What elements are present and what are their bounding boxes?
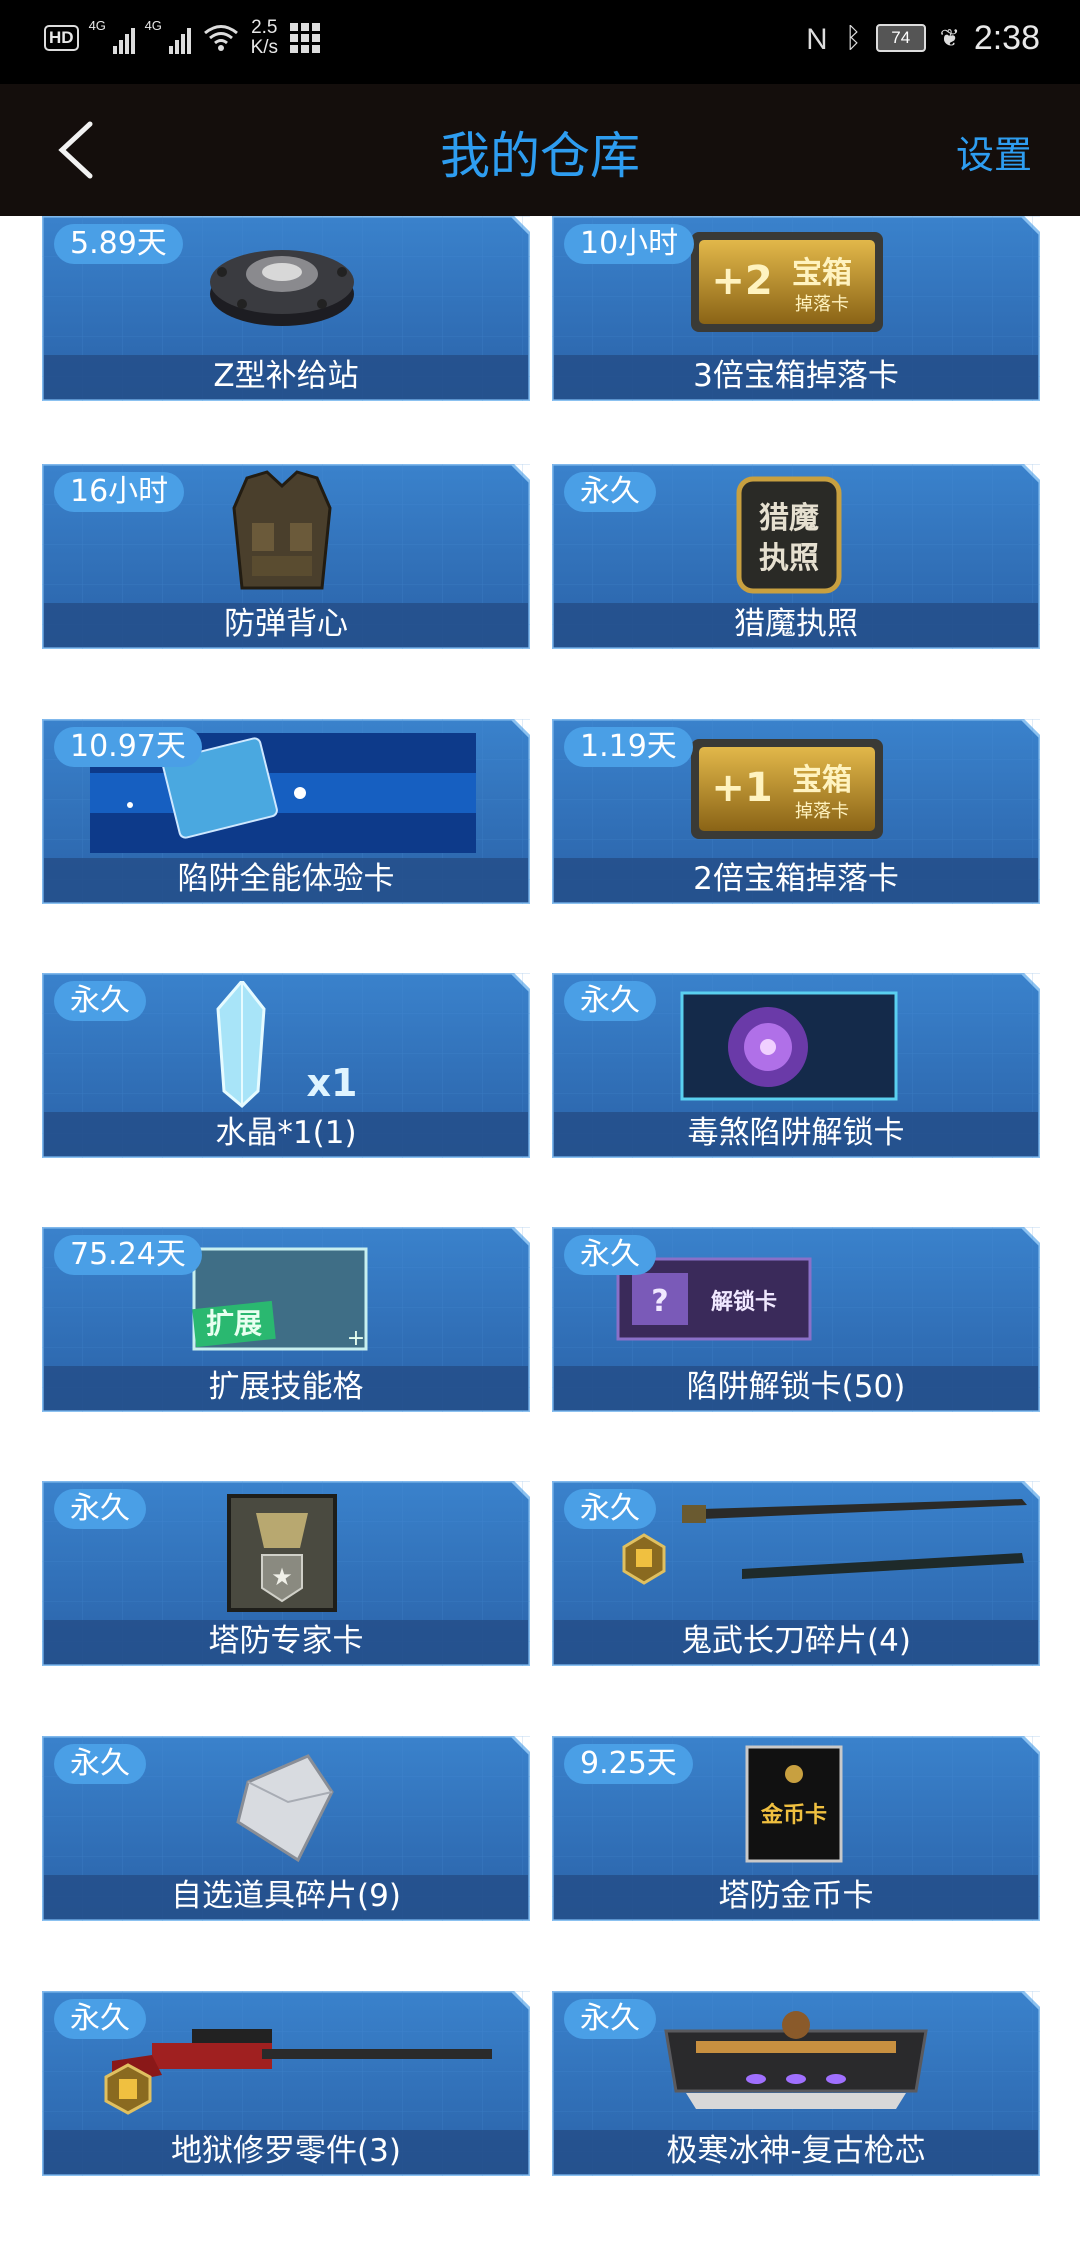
status-bar: HD 4G 4G 2.5 K/s Ｎ ᛒ 74 ❦ 2:38 [0,0,1080,84]
gold-coin-card-icon: 金币卡 [745,1745,843,1863]
box-label: 宝箱 [792,256,852,291]
item-card[interactable]: 猎魔 执照 永久 猎魔执照 [552,464,1040,649]
duration-badge: 16小时 [54,472,185,512]
duration-badge: 永久 [564,1999,656,2039]
status-right: Ｎ ᛒ 74 ❦ 2:38 [803,18,1040,58]
plus-one-label: +1 [711,765,772,811]
duration-badge: 永久 [54,1489,146,1529]
gold-card-label: 金币卡 [760,1802,827,1828]
item-card[interactable]: 16小时 防弹背心 [42,464,530,649]
app-grid-icon [290,23,321,53]
treasure-drop-card-plus2-icon: +2 宝箱 掉落卡 [691,232,883,332]
quantity-label: x1 [307,1061,358,1105]
bluetooth-icon: ᛒ [844,22,862,53]
skill-slot-expand-icon: 扩展 + [192,1247,368,1351]
drop-card-label: 掉落卡 [795,801,849,822]
license-text-line2: 执照 [759,541,819,576]
status-time: 2:38 [973,18,1040,57]
item-card[interactable]: x1 永久 水晶*1(1) [42,973,530,1158]
item-card[interactable]: 永久 地狱修罗零件(3) [42,1991,530,2176]
signal-icon: 4G [145,18,191,54]
item-name: 3倍宝箱掉落卡 [693,358,899,394]
expand-label: 扩展 [206,1307,262,1340]
item-name: 扩展技能格 [208,1369,364,1405]
network-type-label: 4G [88,18,106,33]
item-name: 极寒冰神-复古枪芯 [666,2133,926,2169]
settings-button[interactable]: 设置 [956,124,1032,179]
item-name: 水晶*1(1) [215,1115,357,1151]
crystal-icon: x1 [216,981,358,1109]
item-name: 毒煞陷阱解锁卡 [687,1115,905,1151]
item-name: 陷阱全能体验卡 [177,861,395,897]
item-name: 陷阱解锁卡(50) [686,1369,906,1405]
nfc-icon: Ｎ [802,24,831,55]
item-card[interactable]: +2 宝箱 掉落卡 10小时 3倍宝箱掉落卡 [552,216,1040,401]
duration-badge: 永久 [54,1744,146,1784]
item-card[interactable]: 5.89天 Z型补给站 [42,216,530,401]
duration-badge: 永久 [54,1999,146,2039]
tower-defense-expert-card-icon: ★ [227,1494,337,1612]
supply-station-icon [210,250,354,326]
status-left: HD 4G 4G 2.5 K/s [44,18,321,58]
item-card[interactable]: 永久 极寒冰神-复古枪芯 [552,1991,1040,2176]
duration-badge: 9.25天 [564,1744,693,1784]
duration-badge: 永久 [54,981,146,1021]
item-name: Z型补给站 [213,358,359,394]
item-name: 塔防金币卡 [718,1878,874,1914]
item-name: 地狱修罗零件(3) [171,2133,401,2169]
duration-badge: 10小时 [564,224,695,264]
app-header: 我的仓库 设置 [0,84,1080,216]
treasure-drop-card-plus1-icon: +1 宝箱 掉落卡 [691,739,883,839]
item-card[interactable]: 永久 自选道具碎片(9) [42,1736,530,1921]
duration-badge: 永久 [564,1489,656,1529]
plus-two-label: +2 [711,258,772,304]
box-label: 宝箱 [792,763,852,798]
network-speed: 2.5 K/s [251,18,278,58]
poison-trap-unlock-card-icon [680,991,898,1101]
item-card[interactable]: ? 解锁卡 永久 陷阱解锁卡(50) [552,1227,1040,1412]
unlock-card-label: 解锁卡 [711,1289,777,1315]
duration-badge: 1.19天 [564,727,693,767]
item-name: 鬼武长刀碎片(4) [681,1623,911,1659]
item-name: 防弹背心 [224,606,348,642]
duration-badge: 永久 [564,472,656,512]
item-card[interactable]: ★ 永久 塔防专家卡 [42,1481,530,1666]
item-card[interactable]: +1 宝箱 掉落卡 1.19天 2倍宝箱掉落卡 [552,719,1040,904]
hd-icon: HD [44,25,79,51]
item-name: 塔防专家卡 [208,1623,364,1659]
duration-badge: 永久 [564,1235,656,1275]
item-card[interactable]: 金币卡 9.25天 塔防金币卡 [552,1736,1040,1921]
duration-badge: 5.89天 [54,224,183,264]
svg-text:★: ★ [271,1563,293,1591]
item-name: 自选道具碎片(9) [171,1878,401,1914]
item-name: 猎魔执照 [734,606,858,642]
network-speed-unit: K/s [250,37,279,58]
power-saving-leaf-icon: ❦ [939,24,960,52]
duration-badge: 75.24天 [54,1235,202,1275]
license-text-line1: 猎魔 [759,501,819,536]
signal-icon: 4G [89,18,135,54]
duration-badge: 10.97天 [54,727,202,767]
sniper-rifle-part-icon [104,2029,492,2115]
item-fragment-icon [236,1754,334,1863]
warehouse-item-grid: 5.89天 Z型补给站 +2 宝箱 掉落卡 10小时 3倍宝箱掉落卡 16小时 … [0,216,1080,2244]
item-name: 2倍宝箱掉落卡 [693,861,899,897]
svg-text:?: ? [651,1284,668,1319]
item-card[interactable]: 永久 鬼武长刀碎片(4) [552,1481,1040,1666]
item-card[interactable]: 扩展 + 75.24天 扩展技能格 [42,1227,530,1412]
drop-card-label: 掉落卡 [795,294,849,315]
network-speed-value: 2.5 [251,17,278,38]
wifi-icon [203,25,238,51]
network-type-label: 4G [144,18,162,33]
gun-core-icon [664,2011,928,2109]
item-card[interactable]: 永久 毒煞陷阱解锁卡 [552,973,1040,1158]
battery-icon: 74 [875,24,926,52]
demon-hunter-license-icon: 猎魔 执照 [736,476,842,594]
item-card[interactable]: 10.97天 陷阱全能体验卡 [42,719,530,904]
page-title: 我的仓库 [440,127,640,185]
svg-text:+: + [347,1326,365,1351]
duration-badge: 永久 [564,981,656,1021]
bulletproof-vest-icon [232,470,332,590]
